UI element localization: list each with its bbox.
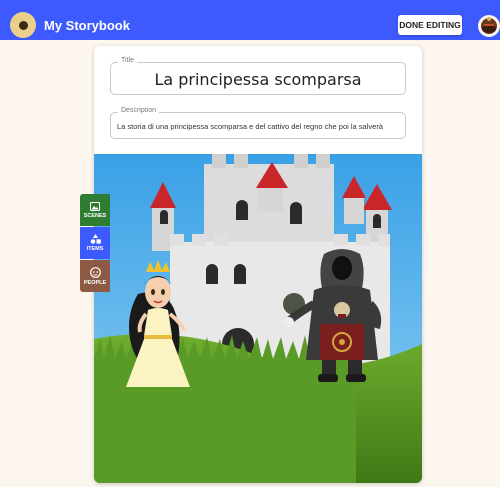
story-card: Title Description xyxy=(94,46,422,483)
people-button[interactable]: PEOPLE xyxy=(80,260,110,292)
description-field-label: Description xyxy=(118,107,160,114)
user-avatar[interactable] xyxy=(478,15,500,37)
people-label: PEOPLE xyxy=(83,279,107,286)
title-field[interactable]: Title xyxy=(110,57,406,95)
items-button[interactable]: ITEMS xyxy=(80,227,110,259)
items-label: ITEMS xyxy=(86,246,104,252)
shapes-icon xyxy=(90,234,101,244)
app-title: My Storybook xyxy=(44,18,130,33)
description-field[interactable]: Description xyxy=(110,107,406,139)
face-icon xyxy=(89,266,101,278)
app-logo-icon[interactable] xyxy=(10,12,36,38)
image-icon xyxy=(90,201,100,211)
scenes-label: SCENES xyxy=(83,212,107,219)
app-bar: My Storybook DONE EDITING xyxy=(0,0,500,40)
avatar-icon xyxy=(478,15,500,37)
done-editing-button[interactable]: DONE EDITING xyxy=(398,15,462,35)
title-input[interactable] xyxy=(111,63,405,94)
scenes-button[interactable]: SCENES xyxy=(80,194,110,226)
description-input[interactable] xyxy=(111,113,405,138)
title-field-label: Title xyxy=(118,57,137,64)
scene-canvas[interactable] xyxy=(94,154,422,483)
